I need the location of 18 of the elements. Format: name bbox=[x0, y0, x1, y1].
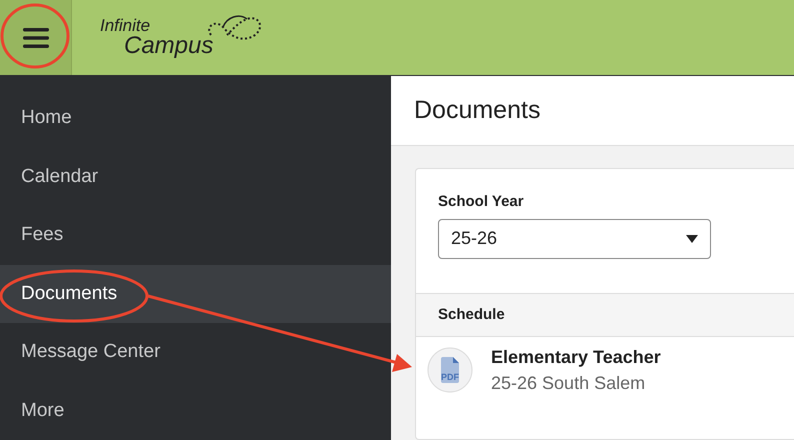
menu-icon bbox=[22, 26, 50, 48]
annotation-circle bbox=[0, 4, 70, 68]
document-subtitle: 25-26 South Salem bbox=[491, 372, 646, 394]
sidebar-item[interactable]: Calendar bbox=[0, 148, 391, 206]
sidebar-item[interactable]: More bbox=[0, 382, 391, 440]
school-year-dropdown[interactable]: 25-26 bbox=[438, 218, 711, 259]
logo-text: Campus bbox=[124, 34, 214, 58]
sidebar-item[interactable]: Documents bbox=[0, 264, 391, 323]
sidebar-item[interactable]: Home bbox=[0, 89, 391, 148]
sidebar-item[interactable]: Message Center bbox=[0, 323, 391, 382]
sidebar-item[interactable]: Fees bbox=[0, 206, 391, 264]
pdf-file-icon: PDF bbox=[427, 347, 473, 394]
document-title[interactable]: Elementary Teacher bbox=[491, 346, 661, 368]
field-label: School Year bbox=[438, 192, 525, 210]
logo-text: Infinite bbox=[100, 17, 152, 34]
caret-icon bbox=[686, 234, 698, 243]
page-title: Documents bbox=[414, 96, 540, 125]
section-header: Schedule bbox=[416, 292, 794, 337]
